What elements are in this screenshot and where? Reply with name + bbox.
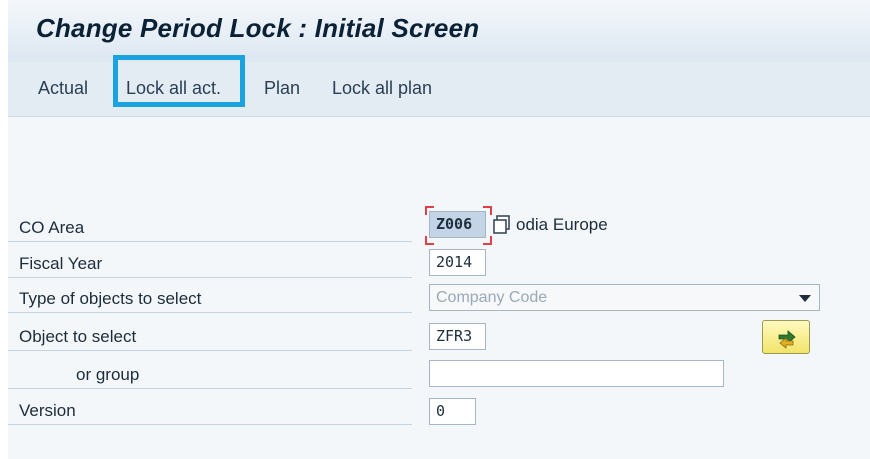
required-marker bbox=[425, 206, 434, 215]
version-input[interactable]: 0 bbox=[429, 398, 476, 425]
required-marker bbox=[425, 236, 434, 245]
type-of-objects-select[interactable]: Company Code bbox=[429, 284, 820, 311]
toolbar-plan-button[interactable]: Plan bbox=[264, 78, 300, 99]
co-area-description: odia Europe bbox=[516, 215, 608, 234]
fiscal-year-label: Fiscal Year bbox=[8, 250, 412, 278]
execute-button[interactable] bbox=[762, 320, 810, 354]
object-to-select-label: Object to select bbox=[8, 323, 412, 351]
type-of-objects-label: Type of objects to select bbox=[8, 285, 412, 313]
arrow-exchange-icon bbox=[776, 327, 798, 354]
required-marker bbox=[483, 236, 492, 245]
or-group-label: or group bbox=[8, 361, 412, 389]
or-group-input[interactable] bbox=[429, 360, 724, 387]
version-label: Version bbox=[8, 397, 412, 425]
page-title: Change Period Lock : Initial Screen bbox=[36, 13, 480, 43]
object-to-select-input[interactable]: ZFR3 bbox=[429, 323, 486, 350]
toolbar-actual-button[interactable]: Actual bbox=[38, 78, 88, 99]
title-bar: Change Period Lock : Initial Screen bbox=[8, 0, 870, 63]
chevron-down-icon[interactable] bbox=[799, 295, 811, 302]
type-of-objects-value: Company Code bbox=[436, 289, 548, 306]
fiscal-year-input[interactable]: 2014 bbox=[429, 249, 486, 276]
toolbar-lock-all-plan-button[interactable]: Lock all plan bbox=[332, 78, 432, 99]
highlight-box bbox=[113, 55, 245, 107]
copy-icon[interactable] bbox=[491, 213, 513, 235]
co-area-input[interactable]: Z006 bbox=[429, 211, 486, 238]
co-area-label: CO Area bbox=[8, 214, 412, 242]
